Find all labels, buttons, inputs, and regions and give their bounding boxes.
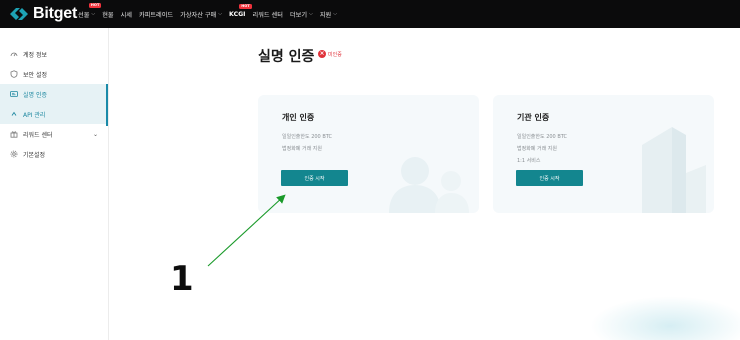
step-number-label: 1: [170, 259, 194, 299]
annotation-arrow: [207, 194, 286, 267]
